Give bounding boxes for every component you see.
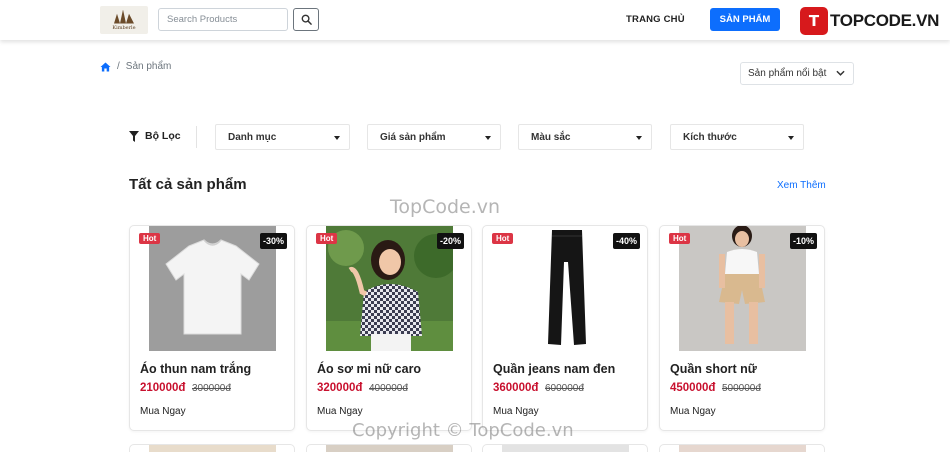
- khaki-shorts-woman-image: [679, 226, 806, 351]
- filter-color-label: Màu sắc: [531, 131, 571, 143]
- product-old-price: 300000đ: [192, 383, 231, 394]
- product-image[interactable]: [502, 226, 629, 351]
- product-old-price: 500000đ: [722, 383, 761, 394]
- caret-down-icon: [485, 136, 491, 140]
- product-card[interactable]: [306, 444, 472, 452]
- caret-down-icon: [788, 136, 794, 140]
- nav-link-home[interactable]: TRANG CHỦ: [626, 14, 685, 25]
- product-name[interactable]: Áo sơ mi nữ caro: [317, 362, 421, 376]
- filter-size-label: Kích thước: [683, 131, 737, 143]
- black-jeans-image: [502, 226, 629, 351]
- sort-selected-value: Sản phẩm nổi bật: [748, 68, 827, 79]
- product-price: 320000đ: [317, 382, 363, 394]
- product-card[interactable]: Hot -40% Quần jeans nam đen 360000đ 6000…: [482, 225, 648, 431]
- watermark-center: TopCode.vn: [390, 196, 501, 218]
- product-card[interactable]: Hot -30% Áo thun nam trắng 210000đ 30000…: [129, 225, 295, 431]
- top-navbar: Kimberle TRANG CHỦ SẢN PHẨM T TOPCODE.VN: [0, 0, 950, 40]
- filter-label: Bộ Lọc: [129, 130, 181, 142]
- buy-now-link[interactable]: Mua Ngay: [493, 406, 539, 417]
- filter-price-label: Giá sản phẩm: [380, 131, 446, 143]
- filter-size-dropdown[interactable]: Kích thước: [670, 124, 804, 150]
- product-card[interactable]: [659, 444, 825, 452]
- logo-text: Kimberle: [112, 24, 136, 31]
- hot-badge: Hot: [492, 233, 514, 244]
- product-image[interactable]: [679, 226, 806, 351]
- white-tshirt-image: [149, 226, 276, 351]
- filter-divider: [196, 126, 197, 148]
- product-image: [679, 445, 806, 452]
- product-name[interactable]: Quần jeans nam đen: [493, 362, 615, 376]
- product-price: 360000đ: [493, 382, 539, 394]
- topcode-brand-text: TOPCODE.VN: [830, 11, 940, 30]
- see-more-link[interactable]: Xem Thêm: [777, 180, 826, 191]
- search-icon: [301, 14, 312, 25]
- chevron-down-icon: [836, 70, 845, 76]
- filter-price-dropdown[interactable]: Giá sản phẩm: [367, 124, 501, 150]
- product-card[interactable]: Hot -20% Áo sơ mi nữ caro 320000đ 400000…: [306, 225, 472, 431]
- discount-badge: -30%: [259, 233, 287, 249]
- product-old-price: 600000đ: [545, 383, 584, 394]
- sort-select[interactable]: Sản phẩm nổi bật: [740, 62, 854, 85]
- filter-label-text: Bộ Lọc: [145, 130, 181, 142]
- product-image: [502, 445, 629, 452]
- home-icon[interactable]: [100, 61, 111, 72]
- search-button[interactable]: [293, 8, 319, 31]
- product-image: [149, 445, 276, 452]
- product-image[interactable]: [326, 226, 453, 351]
- caret-down-icon: [334, 136, 340, 140]
- filter-category-dropdown[interactable]: Danh mục: [215, 124, 350, 150]
- plaid-shirt-woman-image: [326, 226, 453, 351]
- section-title: Tất cả sản phẩm: [129, 176, 247, 193]
- product-image[interactable]: [149, 226, 276, 351]
- product-image: [326, 445, 453, 452]
- breadcrumb-separator: /: [117, 61, 120, 72]
- buy-now-link[interactable]: Mua Ngay: [670, 406, 716, 417]
- discount-badge: -40%: [612, 233, 640, 249]
- logo-mark-icon: [114, 9, 134, 24]
- buy-now-link[interactable]: Mua Ngay: [317, 406, 363, 417]
- store-logo[interactable]: Kimberle: [100, 6, 148, 34]
- search-input[interactable]: [158, 8, 288, 31]
- product-old-price: 400000đ: [369, 383, 408, 394]
- product-card[interactable]: [482, 444, 648, 452]
- discount-badge: -20%: [436, 233, 464, 249]
- product-price: 450000đ: [670, 382, 716, 394]
- filter-icon: [129, 130, 139, 142]
- nav-link-products[interactable]: SẢN PHẨM: [710, 8, 780, 31]
- topcode-brand: T TOPCODE.VN: [800, 6, 939, 36]
- caret-down-icon: [636, 136, 642, 140]
- product-card[interactable]: [129, 444, 295, 452]
- discount-badge: -10%: [789, 233, 817, 249]
- product-name[interactable]: Áo thun nam trắng: [140, 362, 251, 376]
- hot-badge: Hot: [316, 233, 338, 244]
- topcode-logo-icon: T: [800, 7, 828, 35]
- page: Kimberle TRANG CHỦ SẢN PHẨM T TOPCODE.VN…: [0, 0, 950, 452]
- product-card[interactable]: Hot -10% Quần short nữ 450000đ 500000đ M…: [659, 225, 825, 431]
- buy-now-link[interactable]: Mua Ngay: [140, 406, 186, 417]
- breadcrumb-current: Sản phẩm: [125, 61, 172, 72]
- filter-color-dropdown[interactable]: Màu sắc: [518, 124, 652, 150]
- product-name[interactable]: Quần short nữ: [670, 362, 757, 376]
- hot-badge: Hot: [669, 233, 691, 244]
- breadcrumb: / Sản phẩm: [100, 61, 171, 72]
- product-price: 210000đ: [140, 382, 186, 394]
- filter-category-label: Danh mục: [228, 131, 277, 143]
- hot-badge: Hot: [139, 233, 161, 244]
